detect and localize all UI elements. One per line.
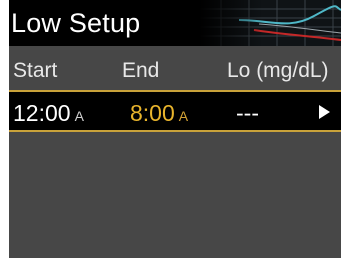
end-ampm: A: [178, 108, 189, 124]
time-segment-row[interactable]: 12:00 A 8:00 A ---: [9, 90, 341, 132]
title-bar: Low Setup: [9, 0, 341, 46]
start-time-value: 12:00 A: [13, 100, 84, 126]
end-time-value[interactable]: 8:00 A: [130, 100, 188, 129]
page-title: Low Setup: [11, 8, 141, 38]
column-header-row: Start End Lo (mg/dL): [9, 50, 341, 90]
device-screen: Low Setup Start End Lo (mg/dL) 12:00 A 8…: [9, 0, 341, 258]
lo-value: ---: [236, 100, 259, 126]
start-ampm: A: [74, 108, 84, 124]
column-header-lo: Lo (mg/dL): [227, 59, 329, 82]
glucose-graph-icon: [199, 0, 341, 46]
column-header-end: End: [122, 59, 160, 82]
play-arrow-icon[interactable]: [319, 105, 330, 119]
column-header-start: Start: [13, 59, 58, 82]
